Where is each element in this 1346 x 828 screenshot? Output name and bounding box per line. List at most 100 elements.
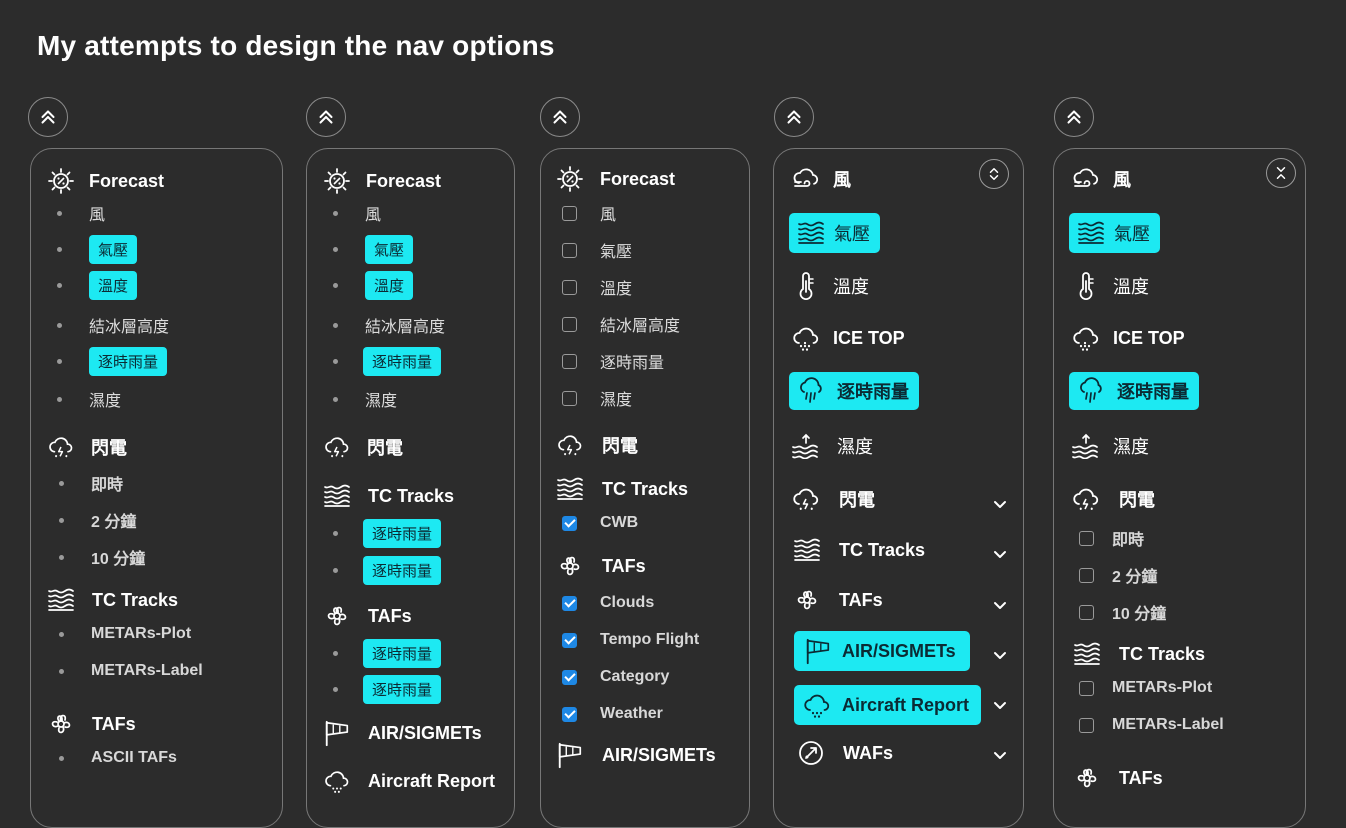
nav-group-forecast[interactable]: Forecast <box>47 167 164 195</box>
nav-item-pressure[interactable]: 氣壓 <box>789 213 880 253</box>
checkbox[interactable] <box>1079 604 1094 620</box>
nav-group-forecast[interactable]: Forecast <box>323 167 441 195</box>
nav-item[interactable]: 逐時雨量 <box>333 639 442 668</box>
nav-item-checkbox[interactable]: 10 分鐘 <box>1079 600 1166 624</box>
nav-item-checkbox[interactable]: 氣壓 <box>562 238 632 262</box>
collapse-all-button[interactable] <box>540 97 580 137</box>
expand-collapse-toggle[interactable] <box>979 159 1009 189</box>
nav-group-aircraft-report[interactable]: Aircraft Report <box>794 685 982 725</box>
nav-item[interactable]: 濕度 <box>57 387 121 411</box>
chevron-down-icon[interactable] <box>992 496 1008 512</box>
nav-item-rain[interactable]: 逐時雨量 <box>789 372 919 410</box>
checkbox-checked[interactable] <box>562 515 577 531</box>
nav-item-temperature[interactable]: 溫度 <box>791 271 869 301</box>
nav-group-tc-tracks[interactable]: TC Tracks <box>556 477 688 501</box>
nav-item-checkbox[interactable]: 風 <box>562 201 616 225</box>
nav-item[interactable]: 逐時雨量 <box>57 347 168 376</box>
nav-item-checkbox[interactable]: 2 分鐘 <box>1079 563 1157 587</box>
nav-group-lightning[interactable]: 閃電 <box>323 433 403 461</box>
nav-item-wind[interactable]: 風 <box>1071 166 1131 192</box>
nav-group-tc-tracks[interactable]: TC Tracks <box>1073 642 1205 666</box>
nav-group-forecast[interactable]: Forecast <box>556 165 675 193</box>
nav-group-wafs[interactable]: WAFs <box>797 739 893 767</box>
nav-group-tafs[interactable]: TAFs <box>323 602 412 630</box>
nav-item-ice-top[interactable]: ICE TOP <box>791 324 905 352</box>
collapse-all-button[interactable] <box>28 97 68 137</box>
nav-item-humidity[interactable]: 濕度 <box>791 433 873 459</box>
nav-item[interactable]: 溫度 <box>333 271 414 300</box>
nav-item-checkbox[interactable]: Category <box>562 668 669 686</box>
nav-group-tc-tracks[interactable]: TC Tracks <box>47 588 178 612</box>
nav-item-checkbox[interactable]: Clouds <box>562 594 654 612</box>
nav-group-tc-tracks[interactable]: TC Tracks <box>323 484 454 508</box>
nav-item[interactable]: 氣壓 <box>333 235 414 264</box>
checkbox[interactable] <box>1079 567 1094 583</box>
nav-item[interactable]: 逐時雨量 <box>333 519 442 548</box>
nav-item-checkbox[interactable]: 濕度 <box>562 386 632 410</box>
checkbox[interactable] <box>1079 530 1094 546</box>
nav-item-checkbox[interactable]: 即時 <box>1079 526 1144 550</box>
nav-item[interactable]: 風 <box>57 201 105 225</box>
nav-item-checkbox[interactable]: CWB <box>562 514 638 532</box>
nav-group-air-sigmets[interactable]: AIR/SIGMETs <box>556 741 716 769</box>
collapse-all-button[interactable] <box>306 97 346 137</box>
nav-group-tc-tracks[interactable]: TC Tracks <box>793 538 925 562</box>
nav-item[interactable]: 即時 <box>59 471 123 495</box>
nav-group-tafs[interactable]: TAFs <box>47 710 136 738</box>
chevron-down-icon[interactable] <box>992 747 1008 763</box>
nav-group-lightning[interactable]: 閃電 <box>1071 485 1155 513</box>
nav-group-lightning[interactable]: 閃電 <box>556 431 638 459</box>
collapse-all-button[interactable] <box>774 97 814 137</box>
nav-group-tafs[interactable]: TAFs <box>556 552 646 580</box>
nav-item-temperature[interactable]: 溫度 <box>1071 271 1149 301</box>
checkbox-checked[interactable] <box>562 595 577 611</box>
collapse-all-button[interactable] <box>1054 97 1094 137</box>
checkbox-checked[interactable] <box>562 632 577 648</box>
nav-item[interactable]: METARs-Plot <box>59 625 191 643</box>
nav-group-air-sigmets[interactable]: AIR/SIGMETs <box>323 719 482 747</box>
nav-item[interactable]: 結冰層高度 <box>333 313 445 337</box>
nav-item-humidity[interactable]: 濕度 <box>1071 433 1149 459</box>
nav-item-pressure[interactable]: 氣壓 <box>1069 213 1160 253</box>
chevron-down-icon[interactable] <box>992 546 1008 562</box>
chevron-down-icon[interactable] <box>992 647 1008 663</box>
checkbox[interactable] <box>562 390 577 406</box>
checkbox[interactable] <box>1079 680 1094 696</box>
nav-item[interactable]: 風 <box>333 201 381 225</box>
nav-group-tafs[interactable]: TAFs <box>1073 764 1163 792</box>
checkbox[interactable] <box>562 353 577 369</box>
chevron-down-icon[interactable] <box>992 697 1008 713</box>
expand-collapse-toggle[interactable] <box>1266 158 1296 188</box>
nav-group-aircraft-report[interactable]: Aircraft Report <box>323 767 495 795</box>
checkbox[interactable] <box>562 279 577 295</box>
checkbox-checked[interactable] <box>562 669 577 685</box>
nav-item-wind[interactable]: 風 <box>791 166 851 192</box>
checkbox[interactable] <box>562 316 577 332</box>
nav-group-air-sigmets[interactable]: AIR/SIGMETs <box>794 631 970 671</box>
nav-group-tafs[interactable]: TAFs <box>793 586 883 614</box>
nav-item-checkbox[interactable]: METARs-Label <box>1079 716 1224 734</box>
nav-item-ice-top[interactable]: ICE TOP <box>1071 324 1185 352</box>
nav-item-checkbox[interactable]: METARs-Plot <box>1079 679 1212 697</box>
nav-item-checkbox[interactable]: 結冰層高度 <box>562 312 680 336</box>
checkbox-checked[interactable] <box>562 706 577 722</box>
nav-item[interactable]: 逐時雨量 <box>333 556 442 585</box>
nav-item-checkbox[interactable]: 溫度 <box>562 275 632 299</box>
nav-item[interactable]: 10 分鐘 <box>59 545 145 569</box>
nav-item[interactable]: 溫度 <box>57 271 138 300</box>
nav-item-checkbox[interactable]: Weather <box>562 705 663 723</box>
nav-item[interactable]: 2 分鐘 <box>59 508 136 532</box>
checkbox[interactable] <box>1079 717 1094 733</box>
nav-group-lightning[interactable]: 閃電 <box>791 485 875 513</box>
nav-group-lightning[interactable]: 閃電 <box>47 433 127 461</box>
nav-item[interactable]: METARs-Label <box>59 662 203 680</box>
nav-item[interactable]: 氣壓 <box>57 235 138 264</box>
nav-item[interactable]: 逐時雨量 <box>333 347 442 376</box>
nav-item[interactable]: ASCII TAFs <box>59 749 177 767</box>
nav-item-rain[interactable]: 逐時雨量 <box>1069 372 1199 410</box>
nav-item[interactable]: 結冰層高度 <box>57 313 169 337</box>
nav-item-checkbox[interactable]: 逐時雨量 <box>562 349 664 373</box>
checkbox[interactable] <box>562 205 577 221</box>
checkbox[interactable] <box>562 242 577 258</box>
chevron-down-icon[interactable] <box>992 597 1008 613</box>
